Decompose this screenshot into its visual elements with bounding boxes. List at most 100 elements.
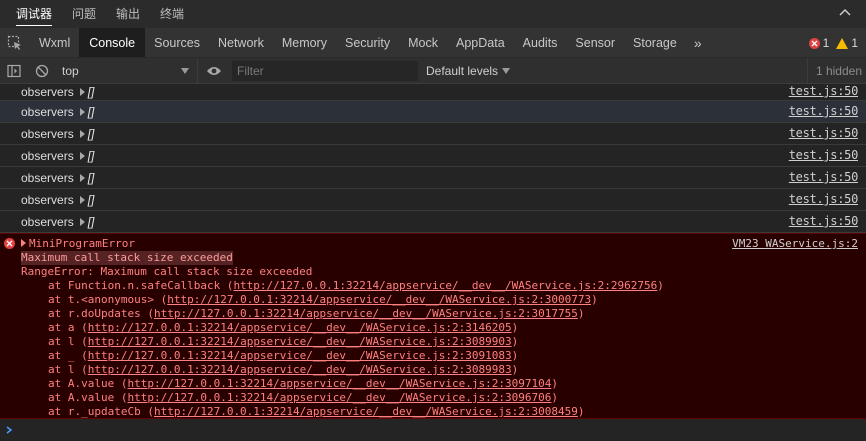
- tab-console[interactable]: Console: [79, 28, 146, 57]
- warning-count: 1: [851, 36, 858, 50]
- log-row: observers [] test.js:50: [0, 84, 866, 101]
- stack-frame-link[interactable]: http://127.0.0.1:32214/appservice/__dev_…: [88, 335, 512, 348]
- sidebar-icon: [7, 64, 21, 77]
- dropdown-arrow-icon: [502, 67, 511, 74]
- console-output[interactable]: observers [] test.js:50 observers [] tes…: [0, 84, 866, 441]
- log-message: observers: [21, 104, 74, 119]
- log-row: observers [] test.js:50: [0, 167, 866, 189]
- stack-frame: at r.doUpdates (http://127.0.0.1:32214/a…: [48, 307, 585, 320]
- stack-frame: at r._updateCb (http://127.0.0.1:32214/a…: [48, 405, 585, 418]
- tab-wxml[interactable]: Wxml: [30, 28, 79, 57]
- source-link[interactable]: test.js:50: [789, 214, 859, 228]
- expand-triangle-icon[interactable]: [79, 107, 85, 116]
- panel-tab-problems[interactable]: 问题: [72, 0, 96, 28]
- range-error-text: RangeError: Maximum call stack size exce…: [21, 265, 313, 278]
- tab-sensor[interactable]: Sensor: [566, 28, 624, 57]
- sidebar-toggle-button[interactable]: [0, 58, 28, 84]
- log-message: observers: [21, 148, 74, 163]
- chevron-up-icon[interactable]: [838, 6, 852, 20]
- stack-frame-link[interactable]: http://127.0.0.1:32214/appservice/__dev_…: [127, 391, 551, 404]
- filter-input[interactable]: [232, 60, 418, 81]
- log-value[interactable]: []: [88, 127, 95, 141]
- clear-icon: [35, 64, 49, 77]
- source-link[interactable]: test.js:50: [789, 104, 859, 118]
- expand-triangle-icon[interactable]: [79, 195, 85, 204]
- log-levels-select[interactable]: Default levels: [426, 63, 511, 78]
- tab-appdata[interactable]: AppData: [447, 28, 514, 57]
- log-row: observers [] test.js:50: [0, 123, 866, 145]
- error-source-link[interactable]: VM23 WAService.js:2: [732, 237, 858, 251]
- stack-frame: at t.<anonymous> (http://127.0.0.1:32214…: [48, 293, 598, 306]
- stack-frame-link[interactable]: http://127.0.0.1:32214/appservice/__dev_…: [233, 279, 657, 292]
- log-row: observers [] test.js:50: [0, 145, 866, 167]
- error-icon: [808, 37, 820, 49]
- live-expression-button[interactable]: [200, 58, 228, 84]
- source-link[interactable]: test.js:50: [789, 126, 859, 140]
- hidden-count: 1 hidden: [806, 58, 866, 84]
- context-select[interactable]: top: [56, 57, 198, 84]
- console-prompt[interactable]: [0, 419, 866, 441]
- more-tabs-button[interactable]: »: [686, 28, 710, 57]
- log-value[interactable]: []: [88, 193, 95, 207]
- panel-tab-output[interactable]: 输出: [116, 0, 140, 28]
- stack-frame: at A.value (http://127.0.0.1:32214/appse…: [48, 391, 558, 404]
- expand-triangle-icon[interactable]: [79, 88, 85, 96]
- source-link[interactable]: test.js:50: [789, 148, 859, 162]
- stack-frame: at A.value (http://127.0.0.1:32214/appse…: [48, 377, 558, 390]
- stack-frame: at l (http://127.0.0.1:32214/appservice/…: [48, 335, 519, 348]
- panel-tab-bar: 调试器 问题 输出 终端: [0, 0, 866, 28]
- expand-triangle-icon[interactable]: [79, 217, 85, 226]
- issue-counts[interactable]: 1 1: [808, 28, 858, 58]
- panel-tab-terminal[interactable]: 终端: [160, 0, 184, 28]
- source-link[interactable]: test.js:50: [789, 170, 859, 184]
- stack-frame-link[interactable]: http://127.0.0.1:32214/appservice/__dev_…: [88, 321, 512, 334]
- source-link[interactable]: test.js:50: [789, 84, 859, 98]
- log-value[interactable]: []: [88, 105, 95, 119]
- log-value[interactable]: []: [88, 215, 95, 229]
- inspect-icon: [7, 35, 21, 50]
- prompt-chevron-icon: [6, 426, 13, 434]
- error-icon: [4, 238, 15, 249]
- log-value[interactable]: []: [88, 149, 95, 163]
- log-levels-value: Default levels: [426, 63, 499, 78]
- stack-frame: at a (http://127.0.0.1:32214/appservice/…: [48, 321, 519, 334]
- inspect-element-button[interactable]: [0, 28, 30, 57]
- stack-frame-link[interactable]: http://127.0.0.1:32214/appservice/__dev_…: [154, 307, 578, 320]
- clear-console-button[interactable]: [28, 58, 56, 84]
- error-title: MiniProgramError: [29, 237, 135, 250]
- expand-triangle-icon[interactable]: [79, 173, 85, 182]
- stack-frame-link[interactable]: http://127.0.0.1:32214/appservice/__dev_…: [88, 363, 512, 376]
- log-row: observers [] test.js:50: [0, 211, 866, 233]
- tab-storage[interactable]: Storage: [624, 28, 686, 57]
- tab-security[interactable]: Security: [336, 28, 399, 57]
- stack-frame-link[interactable]: http://127.0.0.1:32214/appservice/__dev_…: [154, 405, 578, 418]
- context-value: top: [62, 63, 79, 78]
- expand-triangle-icon[interactable]: [79, 129, 85, 138]
- tab-memory[interactable]: Memory: [273, 28, 336, 57]
- tab-audits[interactable]: Audits: [514, 28, 567, 57]
- log-message: observers: [21, 192, 74, 207]
- log-value[interactable]: []: [88, 171, 95, 185]
- log-message: observers: [21, 170, 74, 185]
- warning-icon: [836, 37, 849, 49]
- tab-sources[interactable]: Sources: [145, 28, 209, 57]
- log-value[interactable]: []: [88, 85, 95, 99]
- tab-network[interactable]: Network: [209, 28, 273, 57]
- stack-frame: at _ (http://127.0.0.1:32214/appservice/…: [48, 349, 519, 362]
- tab-mock[interactable]: Mock: [399, 28, 447, 57]
- dropdown-arrow-icon: [181, 67, 189, 74]
- log-message: observers: [21, 85, 74, 99]
- log-row: observers [] test.js:50: [0, 189, 866, 211]
- console-toolbar: top Default levels 1 hidden: [0, 57, 866, 84]
- eye-icon: [207, 66, 221, 75]
- stack-frame-link[interactable]: http://127.0.0.1:32214/appservice/__dev_…: [127, 377, 551, 390]
- error-message-text: Maximum call stack size exceeded: [21, 251, 233, 265]
- source-link[interactable]: test.js:50: [789, 192, 859, 206]
- stack-frame: at l (http://127.0.0.1:32214/appservice/…: [48, 363, 519, 376]
- expand-triangle-icon[interactable]: [21, 239, 26, 247]
- expand-triangle-icon[interactable]: [79, 151, 85, 160]
- stack-frame-link[interactable]: http://127.0.0.1:32214/appservice/__dev_…: [167, 293, 591, 306]
- panel-tab-debugger[interactable]: 调试器: [16, 0, 53, 28]
- stack-frame: at Function.n.safeCallback (http://127.0…: [48, 279, 664, 292]
- stack-frame-link[interactable]: http://127.0.0.1:32214/appservice/__dev_…: [88, 349, 512, 362]
